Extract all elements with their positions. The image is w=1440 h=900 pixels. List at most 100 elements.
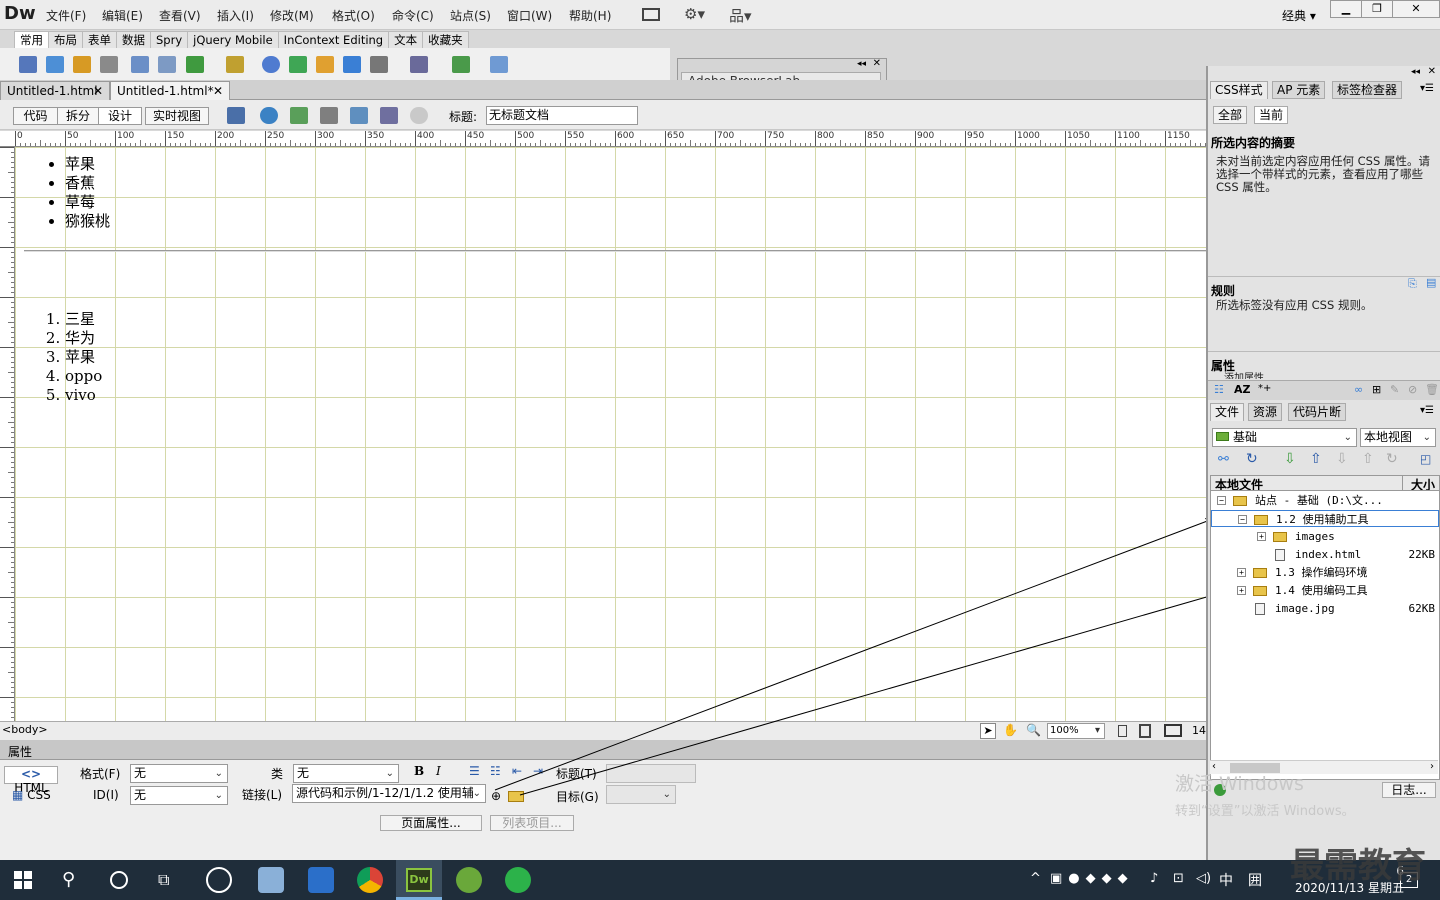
folder-icon <box>1233 496 1247 506</box>
attach-style-icon[interactable]: ∞ <box>1354 383 1363 396</box>
scroll-left-icon[interactable]: ‹ <box>1212 761 1216 772</box>
site-select[interactable]: 基础 ⌄ <box>1212 428 1357 447</box>
activation-watermark: 激活 Windows <box>1175 773 1304 795</box>
file-name: image.jpg <box>1275 602 1335 615</box>
connect-icon[interactable]: ⚯ <box>1218 452 1229 467</box>
file-name: index.html <box>1295 548 1362 561</box>
network-icon[interactable]: ⊡ <box>1173 871 1184 886</box>
dreamweaver-task-active[interactable]: Dw <box>396 860 442 900</box>
horizontal-scrollbar[interactable]: ‹ › <box>1210 760 1438 774</box>
category-view-icon[interactable]: ☷ <box>1214 383 1224 396</box>
set-props-icon[interactable]: *+ <box>1258 383 1271 394</box>
file-icon <box>1255 603 1265 615</box>
panel-close-icon[interactable]: ✕ <box>1428 66 1436 77</box>
file-size: 22KB <box>1408 548 1436 561</box>
rules-text: 所选标签没有应用 CSS 规则。 <box>1216 298 1373 312</box>
folder-icon <box>1253 568 1267 578</box>
alpha-view-icon[interactable]: AZ <box>1234 383 1251 396</box>
file-tree-row[interactable]: +1.4 使用编码工具 <box>1211 582 1439 599</box>
task-view-icon[interactable]: ⧉ <box>158 870 169 890</box>
about-icon[interactable]: ⎘ <box>1408 277 1417 291</box>
ime-indicator[interactable]: 中 <box>1219 870 1233 890</box>
wechat-icon[interactable] <box>505 867 531 893</box>
panel-menu-icon[interactable]: ▾☰ <box>1420 405 1434 416</box>
tab-tag-inspector[interactable]: 标签检查器 <box>1332 81 1403 99</box>
app-melon-icon[interactable] <box>456 867 482 893</box>
folder-icon <box>1254 515 1268 525</box>
file-icon <box>1275 549 1285 561</box>
chrome-icon[interactable] <box>357 867 383 893</box>
add-property-link[interactable]: 添加属性 <box>1224 372 1264 379</box>
cascade-icon[interactable]: ▤ <box>1426 276 1436 289</box>
summary-heading: 所选内容的摘要 <box>1211 136 1296 150</box>
cortana-icon[interactable] <box>110 871 128 889</box>
tab-css-styles[interactable]: CSS样式 <box>1210 81 1268 99</box>
file-list-header: 本地文件 大小 <box>1210 475 1440 493</box>
tab-current[interactable]: 当前 <box>1254 106 1289 124</box>
file-tree-row[interactable]: index.html 22KB <box>1211 546 1439 563</box>
expand-toggle-icon[interactable]: + <box>1237 586 1246 595</box>
log-button[interactable]: 日志... <box>1382 782 1436 798</box>
rules-heading: 规则 <box>1211 284 1236 298</box>
get-files-icon[interactable]: ⇩ <box>1284 451 1296 467</box>
delete-icon[interactable]: 🗑 <box>1425 383 1439 396</box>
file-size: 62KB <box>1408 602 1436 615</box>
folder-icon <box>1216 432 1229 441</box>
file-name: 1.3 操作编码环境 <box>1275 566 1368 579</box>
search-icon[interactable]: ⚲ <box>62 869 75 890</box>
file-name: 站点 - 基础 (D:\文... <box>1255 494 1383 507</box>
css-panel-toolbar: ☷ AZ *+ ∞ ⊞ ✎ ⊘ 🗑 <box>1208 380 1440 400</box>
divider <box>1208 276 1440 277</box>
panel-menu-icon[interactable]: ▾☰ <box>1420 83 1434 94</box>
file-name: images <box>1295 530 1335 543</box>
ime-mode-icon[interactable]: 囲 <box>1248 870 1262 890</box>
folder-icon <box>1253 586 1267 596</box>
volume-icon[interactable]: ◁) <box>1196 871 1211 886</box>
refresh-icon[interactable]: ↻ <box>1246 451 1258 467</box>
file-tree-row[interactable]: − 1.2 使用辅助工具 <box>1211 510 1439 527</box>
tray-chevron-icon[interactable]: ^ <box>1030 871 1041 886</box>
file-tree-row[interactable]: − 站点 - 基础 (D:\文... <box>1211 492 1439 509</box>
file-tree-row[interactable]: +1.3 操作编码环境 <box>1211 564 1439 581</box>
view-select[interactable]: 本地视图 ⌄ <box>1360 428 1436 447</box>
disable-icon[interactable]: ⊘ <box>1408 383 1417 396</box>
tab-ap-elements[interactable]: AP 元素 <box>1272 81 1326 99</box>
windows-start-icon[interactable] <box>14 871 32 889</box>
right-panel: ◂◂ ✕ CSS样式 AP 元素 标签检查器 ▾☰ 全部 当前 所选内容的摘要 … <box>1206 66 1440 860</box>
activation-watermark-sub: 转到“设置”以激活 Windows。 <box>1175 804 1355 819</box>
expand-toggle-icon[interactable]: + <box>1237 568 1246 577</box>
tab-snippets[interactable]: 代码片断 <box>1288 403 1347 421</box>
file-tree-row[interactable]: image.jpg 62KB <box>1211 600 1439 617</box>
app-word-icon[interactable] <box>308 867 334 893</box>
tab-files[interactable]: 文件 <box>1210 403 1245 421</box>
expand-icon[interactable]: ◰ <box>1420 452 1431 466</box>
check-in-icon[interactable]: ⇧ <box>1362 451 1374 467</box>
edit-rule-icon[interactable]: ✎ <box>1390 383 1399 396</box>
panel-collapse-icon[interactable]: ◂◂ <box>1411 67 1420 77</box>
file-name: 1.2 使用辅助工具 <box>1276 513 1369 526</box>
file-tree[interactable]: − 站点 - 基础 (D:\文... −1.2 使用辅助工具 + images index… <box>1210 490 1440 780</box>
put-files-icon[interactable]: ⇧ <box>1310 451 1322 467</box>
tab-assets[interactable]: 资源 <box>1248 403 1283 421</box>
folder-icon <box>1273 532 1287 542</box>
new-rule-icon[interactable]: ⊞ <box>1372 383 1381 396</box>
file-tree-row[interactable]: + images <box>1211 528 1439 545</box>
scroll-right-icon[interactable]: › <box>1430 761 1434 772</box>
expand-toggle-icon[interactable]: + <box>1257 532 1266 541</box>
tab-all[interactable]: 全部 <box>1213 106 1248 124</box>
dreamweaver-icon: Dw <box>406 868 432 892</box>
brand-watermark: 最需教育 <box>1290 846 1426 886</box>
scroll-thumb[interactable] <box>1230 763 1280 773</box>
check-out-icon[interactable]: ⇩ <box>1336 451 1348 467</box>
app-notes-icon[interactable] <box>258 867 284 893</box>
divider <box>1208 351 1440 352</box>
app-fan-icon[interactable] <box>206 867 232 893</box>
file-name: 1.4 使用编码工具 <box>1275 584 1368 597</box>
expand-toggle-icon[interactable]: − <box>1217 496 1226 505</box>
notification-bell-icon[interactable]: ♪ <box>1150 871 1158 886</box>
sync-icon[interactable]: ↻ <box>1386 451 1398 467</box>
taskbar: ⚲ ⧉ Dw ^ ▣●◆◆◆ ♪ ⊡ ◁) 中 囲 6 2020/11/13 星… <box>0 860 1440 900</box>
summary-text: 未对当前选定内容应用任何 CSS 属性。请选择一个带样式的元素，查看应用了哪些 … <box>1216 154 1430 194</box>
expand-toggle-icon[interactable]: − <box>1238 515 1247 524</box>
tray-icons[interactable]: ▣●◆◆◆ <box>1050 871 1134 886</box>
